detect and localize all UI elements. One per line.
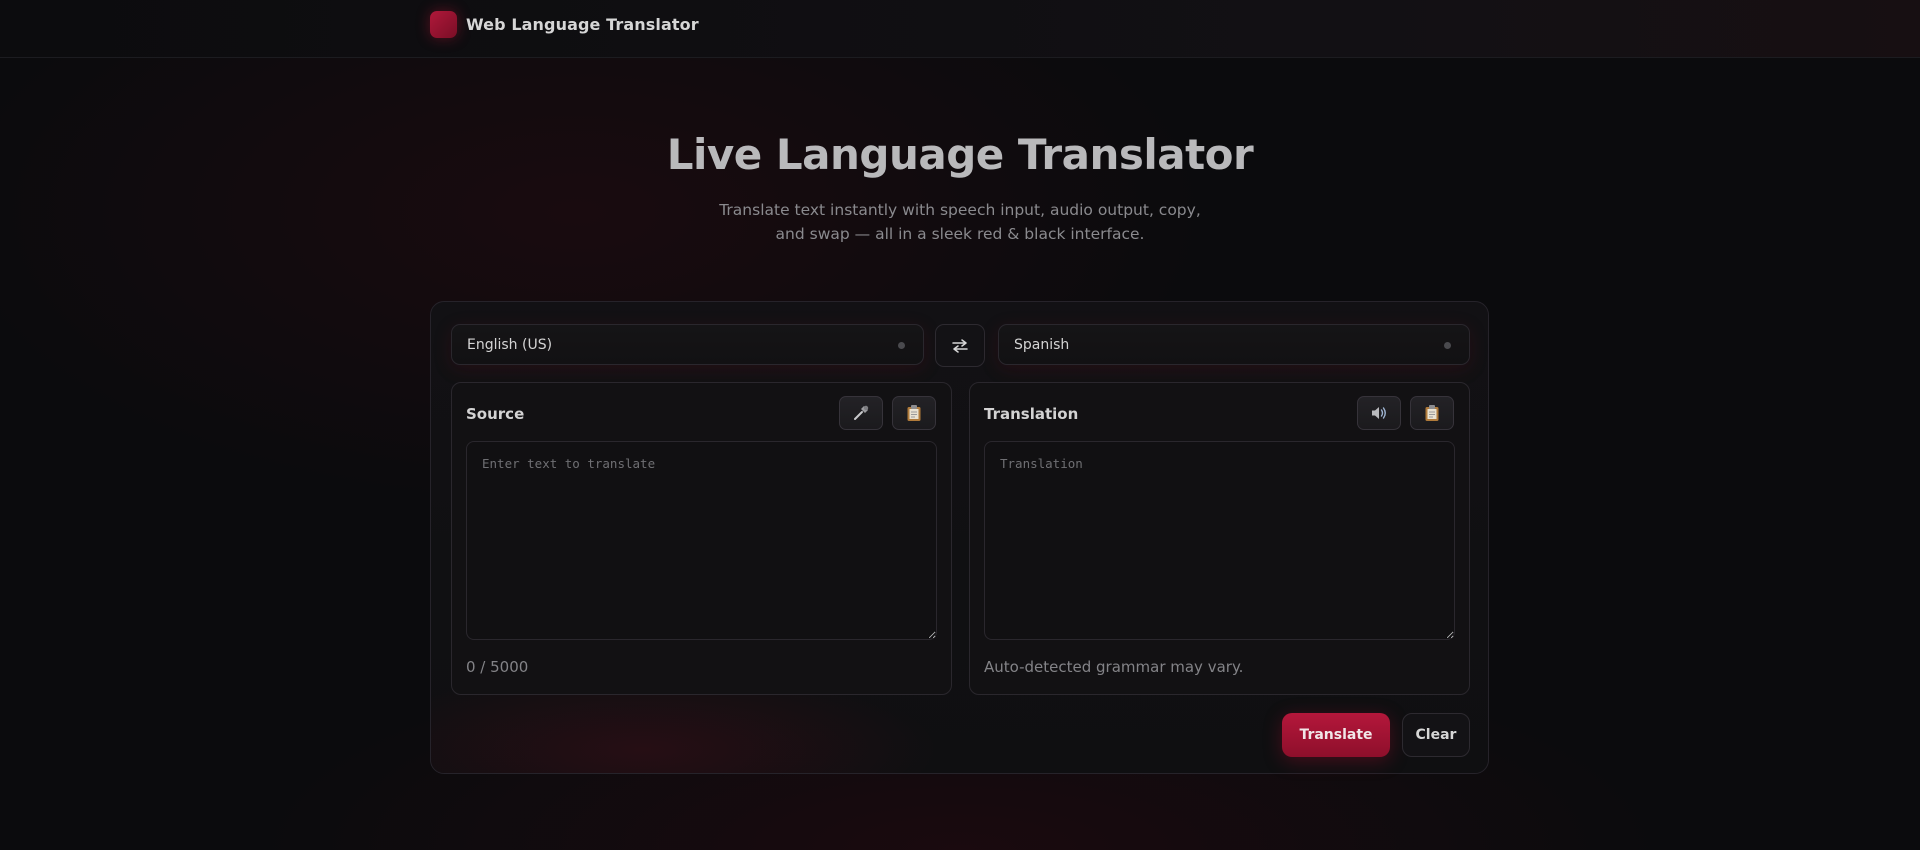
source-panel-title: Source — [466, 405, 525, 423]
source-language-value: English (US) — [467, 336, 553, 353]
speaker-icon — [1372, 407, 1386, 419]
translation-panel-title: Translation — [984, 405, 1079, 423]
target-language-value: Spanish — [1014, 336, 1070, 353]
app-title: Web Language Translator — [466, 15, 699, 34]
copy-translation-button[interactable] — [1410, 396, 1454, 430]
character-counter: 0 / 5000 — [466, 658, 529, 676]
page-title: Live Language Translator — [666, 130, 1254, 179]
translation-output[interactable] — [984, 441, 1455, 640]
microphone-icon — [854, 405, 869, 420]
swap-icon — [952, 338, 968, 353]
page-subtitle: Translate text instantly with speech inp… — [710, 198, 1210, 246]
target-language-select[interactable]: Spanish — [998, 324, 1470, 365]
speak-translation-button[interactable] — [1357, 396, 1401, 430]
dropdown-indicator-icon — [1444, 342, 1451, 349]
top-bar: Web Language Translator — [0, 0, 1920, 58]
grammar-note: Auto-detected grammar may vary. — [984, 658, 1244, 676]
clipboard-icon — [1425, 405, 1439, 421]
subtitle-line-1: Translate text instantly with speech inp… — [719, 201, 1201, 219]
source-text-input[interactable] — [466, 441, 937, 640]
app-logo-icon — [430, 11, 457, 38]
copy-source-button[interactable] — [892, 396, 936, 430]
speech-input-button[interactable] — [839, 396, 883, 430]
translation-panel: Translation Auto-detected grammar may va… — [969, 382, 1470, 695]
clipboard-icon — [907, 405, 921, 421]
page: Web Language Translator Live Language Tr… — [0, 0, 1920, 850]
dropdown-indicator-icon — [898, 342, 905, 349]
swap-languages-button[interactable] — [935, 324, 985, 367]
subtitle-line-2: and swap — all in a sleek red & black in… — [775, 225, 1145, 243]
clear-button[interactable]: Clear — [1402, 713, 1470, 757]
translate-button[interactable]: Translate — [1282, 713, 1390, 757]
source-language-select[interactable]: English (US) — [451, 324, 924, 365]
source-panel: Source 0 / 5000 — [451, 382, 952, 695]
brand[interactable]: Web Language Translator — [430, 11, 699, 38]
translator-card: English (US) Spanish Source Enter text t… — [430, 301, 1489, 774]
